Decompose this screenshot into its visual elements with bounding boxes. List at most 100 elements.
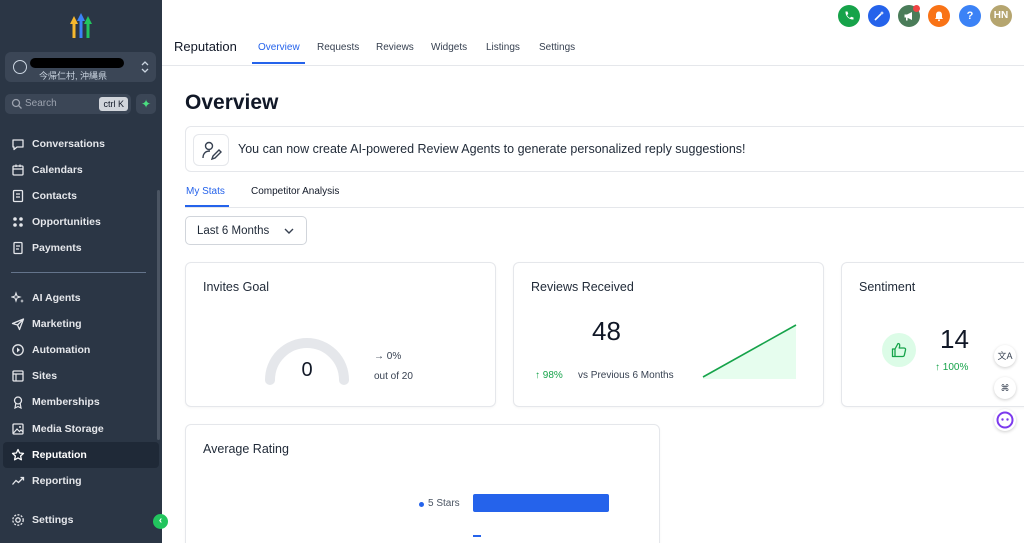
tab-settings[interactable]: Settings	[539, 42, 575, 53]
sparkle-icon	[11, 291, 24, 303]
calendar-icon	[12, 164, 24, 176]
reviews-comparison: vs Previous 6 Months	[578, 370, 674, 381]
search-icon	[11, 98, 22, 109]
help-button[interactable]: ?	[959, 5, 981, 27]
tab-overview[interactable]: Overview	[258, 42, 300, 53]
trend-icon	[12, 476, 25, 485]
announcements-button[interactable]	[898, 5, 920, 27]
chat-bubble-icon	[12, 139, 24, 151]
tab-requests[interactable]: Requests	[317, 42, 359, 53]
banner-text: You can now create AI-powered Review Age…	[238, 142, 746, 156]
sidebar-item-marketing[interactable]: Marketing	[0, 311, 162, 337]
sidebar-item-memberships[interactable]: Memberships	[0, 389, 162, 415]
assistant-bot-icon[interactable]	[994, 409, 1016, 431]
sidebar-item-conversations[interactable]: Conversations	[0, 131, 162, 157]
sidebar: 今帰仁村, 沖縄県 Search ctrl K ✦ Conversations C…	[0, 0, 168, 543]
date-range-select[interactable]: Last 6 Months	[185, 216, 307, 245]
user-edit-icon	[202, 141, 222, 161]
sidebar-item-label: Payments	[32, 242, 82, 254]
sidebar-item-payments[interactable]: Payments	[0, 235, 162, 261]
legend-dot	[419, 502, 424, 507]
active-tab-indicator	[252, 62, 305, 64]
subtab-my-stats[interactable]: My Stats	[186, 186, 225, 197]
rating-bar[interactable]	[473, 494, 609, 512]
location-switcher[interactable]: 今帰仁村, 沖縄県	[5, 52, 156, 82]
app-section-title: Reputation	[174, 39, 237, 54]
sidebar-item-label: Calendars	[32, 164, 83, 176]
sidebar-item-ai-agents[interactable]: AI Agents	[0, 285, 162, 311]
card-title: Invites Goal	[203, 280, 270, 294]
phone-button[interactable]	[838, 5, 860, 27]
location-icon	[13, 60, 27, 74]
sidebar-item-settings[interactable]: Settings	[0, 507, 162, 533]
translate-widget[interactable]: 文A	[994, 345, 1016, 367]
average-rating-card: Average Rating 5 Stars	[185, 424, 660, 543]
payments-icon	[13, 241, 23, 255]
invites-value: 0	[301, 359, 313, 381]
reviews-received-card: Reviews Received 48 ↑ 98% vs Previous 6 …	[513, 262, 824, 407]
sidebar-item-label: Automation	[32, 344, 91, 357]
location-name-redacted	[30, 58, 124, 68]
sidebar-item-label: Marketing	[32, 318, 82, 331]
sidebar-item-reporting[interactable]: Reporting	[0, 468, 162, 494]
sidebar-item-label: Sites	[32, 370, 58, 383]
date-range-value: Last 6 Months	[197, 225, 270, 237]
image-icon	[12, 422, 24, 435]
subtab-divider	[185, 207, 1024, 208]
notification-dot	[913, 5, 920, 12]
bot-face-icon	[996, 411, 1014, 429]
tab-widgets[interactable]: Widgets	[431, 42, 467, 53]
send-icon	[11, 318, 25, 331]
page-title: Overview	[185, 91, 279, 114]
sidebar-scrollbar[interactable]	[157, 190, 160, 440]
sidebar-item-label: Settings	[32, 514, 74, 526]
sidebar-item-label: Media Storage	[32, 422, 104, 435]
sidebar-item-automation[interactable]: Automation	[0, 337, 162, 363]
user-avatar[interactable]: HN	[990, 5, 1012, 27]
sidebar-item-label: Conversations	[32, 138, 105, 150]
search-shortcut: ctrl K	[99, 97, 128, 111]
sentiment-badge	[882, 333, 916, 367]
sentiment-change: ↑ 100%	[935, 362, 969, 373]
sidebar-item-calendars[interactable]: Calendars	[0, 157, 162, 183]
invites-target: out of 20	[374, 371, 413, 382]
notifications-button[interactable]	[928, 5, 950, 27]
rating-row-label: 5 Stars	[428, 498, 460, 509]
sidebar-divider	[11, 272, 146, 273]
ai-agents-banner: You can now create AI-powered Review Age…	[185, 126, 1024, 172]
gear-icon	[12, 514, 24, 526]
app-logo[interactable]	[66, 12, 96, 40]
contacts-icon	[12, 189, 24, 203]
location-subtitle: 今帰仁村, 沖縄県	[39, 71, 108, 81]
sidebar-item-label: Opportunities	[32, 216, 101, 228]
collapse-sidebar-button[interactable]: ‹	[153, 514, 168, 529]
sidebar-item-label: Memberships	[32, 396, 100, 409]
quick-action-sparkle-icon[interactable]: ✦	[136, 94, 156, 114]
search-input[interactable]: Search ctrl K	[5, 94, 131, 114]
badge-icon	[13, 396, 23, 410]
sidebar-item-contacts[interactable]: Contacts	[0, 183, 162, 209]
card-title: Reviews Received	[531, 280, 634, 294]
top-bar: Reputation Overview Requests Reviews Wid…	[162, 0, 1024, 66]
reviews-received-value: 48	[592, 316, 621, 346]
thumbs-up-icon	[891, 342, 907, 358]
sidebar-item-label: Contacts	[32, 190, 77, 202]
sentiment-change-value: 100%	[942, 362, 969, 373]
sidebar-item-sites[interactable]: Sites	[0, 363, 162, 389]
sidebar-item-media-storage[interactable]: Media Storage	[0, 416, 162, 442]
megaphone-icon	[904, 12, 912, 21]
tab-listings[interactable]: Listings	[486, 42, 520, 53]
tab-reviews[interactable]: Reviews	[376, 42, 414, 53]
reviews-trend-sparkline	[702, 324, 797, 379]
invites-change-value: 0%	[386, 351, 402, 362]
sidebar-item-reputation[interactable]: Reputation	[3, 441, 159, 468]
bell-icon	[935, 11, 943, 22]
tools-button[interactable]	[868, 5, 890, 27]
rating-bar-next	[473, 535, 481, 537]
banner-icon-box	[193, 134, 229, 166]
invites-change: → 0%	[374, 351, 402, 362]
subtab-competitor-analysis[interactable]: Competitor Analysis	[251, 186, 339, 197]
reviews-change: ↑ 98%	[535, 370, 563, 381]
command-key-icon[interactable]: ⌘	[994, 377, 1016, 399]
sidebar-item-opportunities[interactable]: Opportunities	[0, 209, 162, 235]
